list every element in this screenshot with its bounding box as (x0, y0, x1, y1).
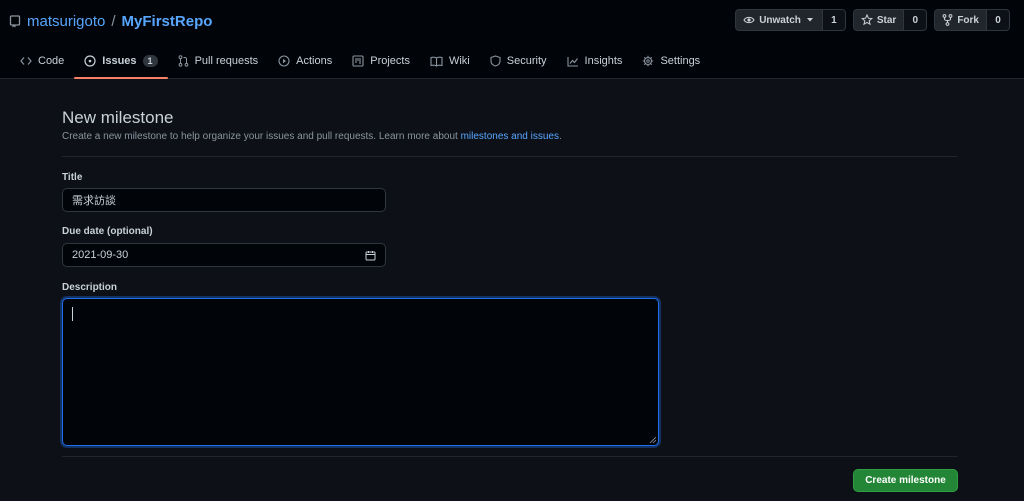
footer-divider (62, 456, 958, 457)
watch-button[interactable]: Unwatch (735, 9, 823, 31)
tab-pull-requests[interactable]: Pull requests (168, 44, 269, 78)
tab-issues[interactable]: Issues 1 (74, 44, 168, 79)
shield-icon (490, 55, 501, 67)
fork-icon (942, 14, 953, 26)
star-button[interactable]: Star (852, 9, 905, 31)
star-count[interactable]: 0 (904, 9, 928, 31)
issues-counter-badge: 1 (142, 55, 158, 67)
title-label: Title (62, 172, 83, 183)
code-icon (20, 55, 32, 67)
caret-down-icon (805, 15, 815, 26)
repo-header: matsurigoto / MyFirstRepo Unwatch 1 Star (0, 0, 1024, 79)
tab-security[interactable]: Security (480, 44, 557, 78)
calendar-icon[interactable] (365, 249, 376, 261)
milestones-and-issues-link[interactable]: milestones and issues (461, 131, 559, 142)
fork-count[interactable]: 0 (987, 9, 1010, 31)
fork-button[interactable]: Fork (934, 9, 987, 31)
tab-settings[interactable]: Settings (632, 44, 710, 78)
repo-owner-link[interactable]: matsurigoto (27, 13, 105, 30)
project-icon (352, 55, 364, 67)
fork-button-group: Fork 0 (934, 9, 1010, 31)
eye-icon (743, 15, 755, 26)
issue-icon (84, 55, 96, 67)
repo-icon (9, 13, 21, 30)
description-textarea[interactable] (62, 298, 659, 446)
tab-wiki[interactable]: Wiki (420, 44, 480, 78)
repo-nav-tabs: Code Issues 1 Pull requests Actions Proj… (10, 44, 710, 79)
star-button-group: Star 0 (852, 9, 928, 31)
text-caret (72, 307, 73, 321)
repo-separator: / (111, 12, 116, 30)
tab-label: Actions (296, 55, 333, 67)
tab-label: Settings (660, 55, 701, 67)
tab-label: Code (38, 55, 65, 67)
title-input-value: 需求訪談 (72, 195, 116, 207)
star-icon (860, 14, 873, 26)
due-date-input[interactable]: 2021-09-30 (62, 243, 386, 267)
tab-insights[interactable]: Insights (557, 44, 633, 78)
header-divider (62, 156, 958, 157)
fork-label: Fork (957, 14, 979, 26)
graph-icon (566, 55, 579, 67)
tab-label: Security (506, 55, 547, 67)
title-input[interactable]: 需求訪談 (62, 188, 386, 212)
repo-name-link[interactable]: MyFirstRepo (122, 13, 213, 30)
tab-label: Wiki (448, 55, 470, 67)
star-label: Star (876, 14, 897, 26)
description-label: Description (62, 282, 118, 293)
tab-actions[interactable]: Actions (268, 44, 342, 78)
resize-handle-icon[interactable] (650, 437, 656, 443)
tab-label: Insights (584, 55, 623, 67)
tab-projects[interactable]: Projects (342, 44, 420, 78)
book-icon (430, 55, 443, 67)
page-title: New milestone (62, 108, 174, 127)
tab-label: Projects (370, 55, 410, 67)
subtitle-end: . (558, 131, 562, 142)
watch-label: Unwatch (759, 14, 801, 26)
tab-label: Issues (102, 55, 137, 67)
page-subtitle: Create a new milestone to help organize … (62, 131, 562, 142)
play-icon (278, 55, 290, 67)
tab-code[interactable]: Code (10, 44, 74, 78)
subtitle-text: Create a new milestone to help organize … (62, 131, 461, 142)
create-milestone-button[interactable]: Create milestone (853, 469, 958, 492)
tab-label: Pull requests (194, 55, 259, 67)
watch-count[interactable]: 1 (822, 9, 846, 31)
due-date-value: 2021-09-30 (72, 249, 129, 261)
repo-title: matsurigoto / MyFirstRepo (9, 10, 212, 32)
due-date-label: Due date (optional) (62, 226, 153, 237)
repo-actions: Unwatch 1 Star 0 Fork 0 (735, 9, 1010, 31)
watch-button-group: Unwatch 1 (735, 9, 846, 31)
pull-request-icon (178, 55, 189, 67)
gear-icon (642, 55, 654, 67)
